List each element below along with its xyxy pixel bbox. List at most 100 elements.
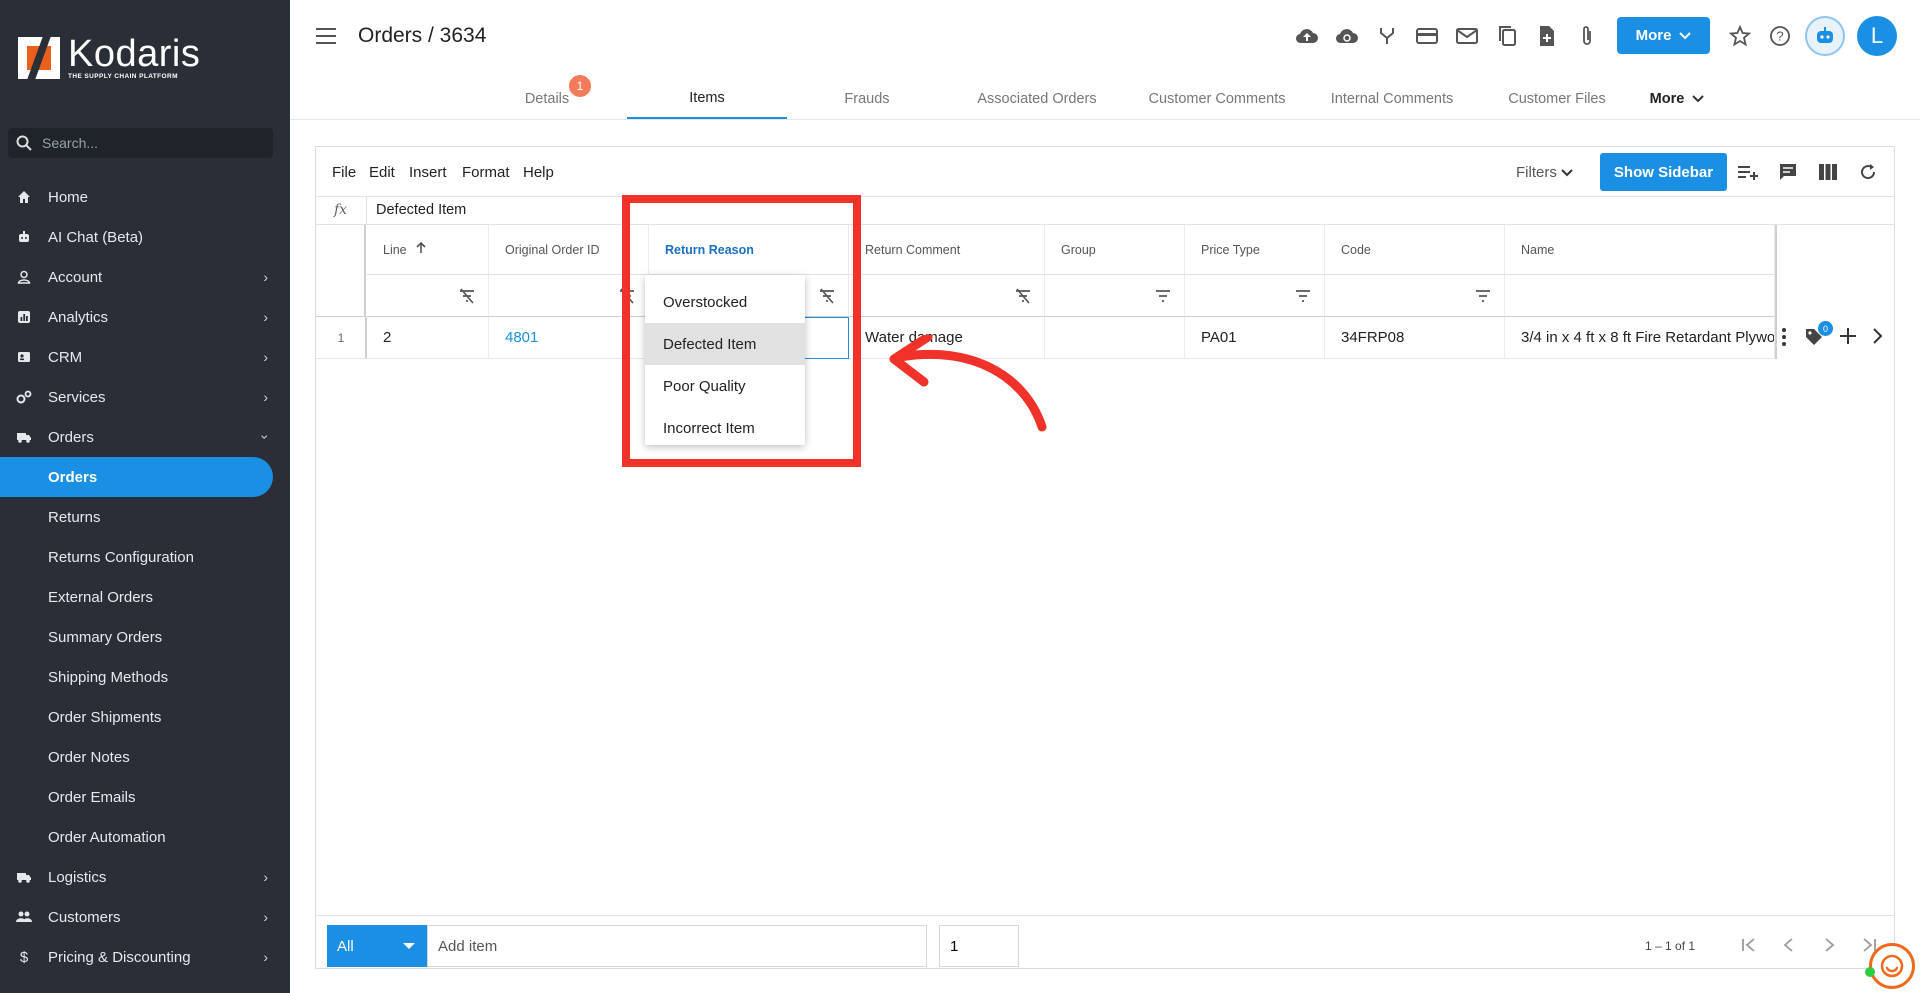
formula-value[interactable]: Defected Item [376,202,466,218]
cell-code[interactable]: 34FRP08 [1325,317,1505,359]
comment-icon[interactable] [1776,160,1800,184]
column-header-line[interactable]: Line [367,225,489,275]
column-header-price-type[interactable]: Price Type [1185,225,1325,275]
sidebar-subitem-summary-orders[interactable]: Summary Orders [0,617,290,657]
menu-toggle-icon[interactable] [316,28,336,44]
sidebar-item-account[interactable]: Account › [0,257,290,297]
svg-text:?: ? [1776,29,1783,44]
truck-icon [16,429,32,445]
refresh-icon[interactable] [1856,160,1880,184]
sidebar-subitem-returns[interactable]: Returns [0,497,290,537]
first-page-icon[interactable] [1737,933,1761,957]
chevron-right-icon: › [263,389,268,405]
sidebar-subitem-returns-configuration[interactable]: Returns Configuration [0,537,290,577]
column-header-group[interactable]: Group [1045,225,1185,275]
more-button[interactable]: More [1617,17,1710,54]
cell-line[interactable]: 2 [367,317,489,359]
row-number: 1 [316,317,366,359]
filter-cell-group[interactable] [1045,275,1185,317]
tab-internal-comments[interactable]: Internal Comments [1307,78,1477,120]
help-icon[interactable]: ? [1768,24,1792,48]
formula-bar: fx Defected Item [316,197,1894,225]
more-vert-icon[interactable] [1781,327,1793,349]
tab-customer-comments[interactable]: Customer Comments [1127,78,1307,120]
kodaris-logo[interactable]: Kodaris THE SUPPLY CHAIN PLATFORM [18,35,200,80]
tab-details[interactable]: Details [467,78,627,120]
sidebar-subitem-shipping-methods[interactable]: Shipping Methods [0,657,290,697]
sidebar-subitem-orders[interactable]: Orders [0,457,273,497]
assistant-bot-icon[interactable] [1805,16,1845,56]
user-avatar[interactable]: L [1857,16,1897,56]
filter-cell-line[interactable] [367,275,489,317]
sidebar-subitem-order-shipments[interactable]: Order Shipments [0,697,290,737]
sidebar-item-ai-chat[interactable]: AI Chat (Beta) [0,217,290,257]
sidebar-subitem-order-emails[interactable]: Order Emails [0,777,290,817]
filter-cell-price-type[interactable] [1185,275,1325,317]
sidebar-subitem-order-notes[interactable]: Order Notes [0,737,290,777]
filter-cell-return-comment[interactable] [849,275,1045,317]
category-select[interactable]: All [327,925,427,967]
paperclip-icon[interactable] [1575,24,1599,48]
search-icon [16,135,32,151]
menu-insert[interactable]: Insert [409,164,447,181]
filter-icon[interactable] [1154,288,1172,304]
cloud-sync-icon[interactable] [1335,24,1359,48]
filter-icon[interactable] [1474,288,1492,304]
copy-icon[interactable] [1495,24,1519,48]
row-gutter-header [316,225,366,317]
filter-cell-name[interactable] [1505,275,1775,317]
sidebar-item-analytics[interactable]: Analytics › [0,297,290,337]
merge-icon[interactable] [1375,24,1399,48]
column-header-code[interactable]: Code [1325,225,1505,275]
sidebar-subitem-order-automation[interactable]: Order Automation [0,817,290,857]
sidebar-item-crm[interactable]: CRM › [0,337,290,377]
sidebar-item-customers[interactable]: Customers › [0,897,290,937]
filter-off-icon[interactable] [1014,288,1032,304]
mail-icon[interactable] [1455,24,1479,48]
add-item-input[interactable] [427,925,927,967]
menu-format[interactable]: Format [462,164,510,181]
column-header-return-comment[interactable]: Return Comment [849,225,1045,275]
chevron-down-icon [1561,164,1573,181]
sidebar-subitem-external-orders[interactable]: External Orders [0,577,290,617]
chevron-right-icon: › [263,869,268,885]
add-row-icon[interactable] [1736,160,1760,184]
columns-icon[interactable] [1816,160,1840,184]
column-header-name[interactable]: Name [1505,225,1775,275]
tab-items[interactable]: Items [627,78,787,120]
star-icon[interactable] [1728,24,1752,48]
filter-cell-code[interactable] [1325,275,1505,317]
add-icon[interactable] [1839,327,1861,349]
add-file-icon[interactable] [1535,24,1559,48]
support-chat-icon[interactable] [1869,943,1915,989]
next-page-icon[interactable] [1817,933,1841,957]
brand-tagline: THE SUPPLY CHAIN PLATFORM [68,72,178,80]
search-input[interactable] [42,135,262,151]
quantity-input[interactable] [939,925,1019,967]
sidebar-item-home[interactable]: Home [0,177,290,217]
tab-customer-files[interactable]: Customer Files [1477,78,1637,120]
credit-card-icon[interactable] [1415,24,1439,48]
filter-icon[interactable] [1294,288,1312,304]
sidebar-item-orders[interactable]: Orders › [0,417,290,457]
sidebar-item-services[interactable]: Services › [0,377,290,417]
menu-help[interactable]: Help [523,164,554,181]
cell-price-type[interactable]: PA01 [1185,317,1325,359]
tab-associated-orders[interactable]: Associated Orders [947,78,1127,120]
sidebar-item-pricing-discounting[interactable]: $ Pricing & Discounting › [0,937,290,977]
cell-group[interactable] [1045,317,1185,359]
cell-name[interactable]: 3/4 in x 4 ft x 8 ft Fire Retardant Plyw… [1505,317,1775,359]
tab-more[interactable]: More [1637,78,1717,120]
previous-page-icon[interactable] [1777,933,1801,957]
tab-frauds[interactable]: Frauds [787,78,947,120]
show-sidebar-button[interactable]: Show Sidebar [1600,153,1727,191]
sidebar: Kodaris THE SUPPLY CHAIN PLATFORM Home A… [0,0,290,993]
menu-file[interactable]: File [332,164,356,181]
chevron-right-icon[interactable] [1871,327,1893,349]
cloud-upload-icon[interactable] [1295,24,1319,48]
online-status-dot [1865,967,1875,977]
sidebar-item-logistics[interactable]: Logistics › [0,857,290,897]
filters-dropdown[interactable]: Filters [1516,164,1573,181]
menu-edit[interactable]: Edit [369,164,395,181]
filter-off-icon[interactable] [458,288,476,304]
